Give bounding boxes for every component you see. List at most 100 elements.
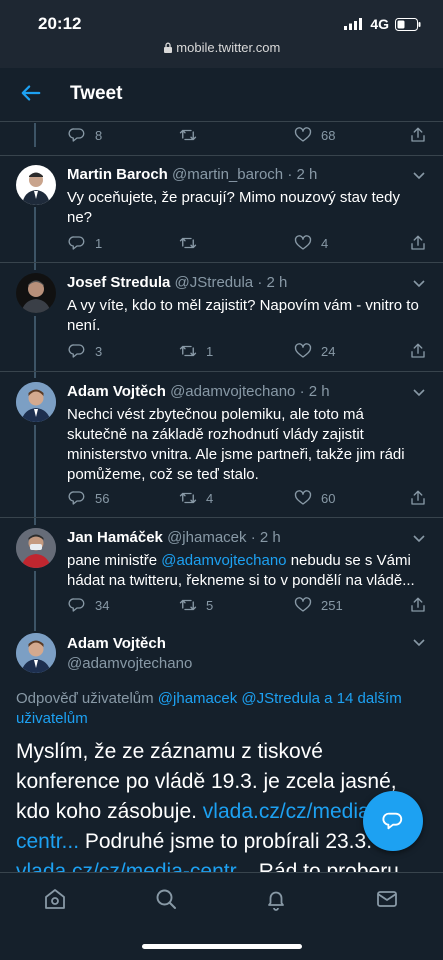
- reply-button[interactable]: 3: [68, 342, 102, 360]
- notifications-icon[interactable]: [264, 887, 288, 911]
- messages-icon[interactable]: [375, 887, 399, 911]
- author-name[interactable]: Adam Vojtěch: [67, 383, 166, 400]
- chevron-down-icon[interactable]: [413, 280, 425, 288]
- status-indicators: 4G: [344, 16, 421, 32]
- mention-link[interactable]: @adamvojtechano: [161, 552, 286, 569]
- reply-button[interactable]: 56: [68, 489, 109, 507]
- replying-to: Odpověď uživatelům @jhamacek @JStredula …: [16, 689, 416, 729]
- reply-count: 34: [95, 597, 110, 613]
- author-name[interactable]: Adam Vojtěch: [67, 635, 192, 652]
- tweet-josef-stredula[interactable]: Josef Stredula @JStredula · 2 h A vy vít…: [0, 264, 443, 372]
- reply-count: 56: [95, 490, 110, 506]
- tweet-actions: 56 4 60: [68, 487, 430, 509]
- author-name[interactable]: Martin Baroch: [67, 166, 168, 183]
- author-handle[interactable]: @jhamacek: [167, 529, 246, 546]
- retweet-button[interactable]: [179, 126, 197, 144]
- avatar[interactable]: [16, 165, 56, 205]
- retweet-count: 5: [206, 597, 214, 613]
- reply-icon: [68, 236, 85, 250]
- author-handle[interactable]: @martin_baroch: [172, 166, 283, 183]
- tweet-actions: 3 1 24: [68, 340, 430, 362]
- like-button[interactable]: 60: [294, 489, 335, 507]
- chevron-down-icon[interactable]: [413, 639, 425, 647]
- reply-button[interactable]: 1: [68, 234, 102, 252]
- retweet-button[interactable]: [179, 234, 197, 252]
- like-icon: [294, 597, 312, 612]
- tweet-jan-hamacek[interactable]: Jan Hamáček @jhamacek · 2 h pane ministř…: [0, 519, 443, 623]
- retweet-icon: [179, 237, 197, 249]
- tweet-time: · 2 h: [257, 274, 288, 291]
- tweet-actions: 1 4: [68, 232, 430, 254]
- author-name[interactable]: Josef Stredula: [67, 274, 170, 291]
- share-button[interactable]: [409, 234, 427, 252]
- reply-icon: [68, 344, 85, 358]
- like-icon: [294, 127, 312, 142]
- avatar[interactable]: [16, 633, 56, 673]
- replying-to-label: Odpověď uživatelům: [16, 690, 158, 707]
- share-button[interactable]: [409, 489, 427, 507]
- avatar[interactable]: [16, 528, 56, 568]
- share-button[interactable]: [409, 342, 427, 360]
- author-handle[interactable]: @adamvojtechano: [170, 383, 295, 400]
- like-icon: [294, 343, 312, 358]
- back-arrow-icon[interactable]: [20, 82, 42, 104]
- retweet-button[interactable]: 5: [179, 596, 213, 614]
- battery-icon: [395, 17, 421, 31]
- tweet-adam-vojtech[interactable]: Adam Vojtěch @adamvojtechano · 2 h Nechc…: [0, 373, 443, 518]
- chevron-down-icon[interactable]: [413, 172, 425, 180]
- retweet-icon: [179, 345, 197, 357]
- share-button[interactable]: [409, 126, 427, 144]
- url-bar[interactable]: mobile.twitter.com: [0, 40, 443, 55]
- status-time: 20:12: [38, 14, 82, 33]
- retweet-count: 4: [206, 490, 214, 506]
- like-count: 24: [321, 343, 336, 359]
- retweet-icon: [179, 492, 197, 504]
- tweet-text: pane ministře @adamvojtechano nebudu se …: [67, 551, 419, 591]
- tweet-header: Jan Hamáček @jhamacek · 2 h: [67, 529, 281, 546]
- search-icon[interactable]: [154, 887, 178, 911]
- chevron-down-icon[interactable]: [413, 535, 425, 543]
- tweet-text-part: pane ministře: [67, 552, 162, 569]
- mention-link[interactable]: @jhamacek: [158, 690, 237, 707]
- mention-link[interactable]: @JStredula: [241, 690, 320, 707]
- home-icon[interactable]: [43, 887, 67, 911]
- compose-reply-button[interactable]: [363, 791, 423, 851]
- author-handle[interactable]: @JStredula: [175, 274, 254, 291]
- like-button[interactable]: 251: [294, 596, 343, 614]
- share-button[interactable]: [409, 596, 427, 614]
- chevron-down-icon[interactable]: [413, 389, 425, 397]
- tweet-header: Josef Stredula @JStredula · 2 h: [67, 274, 287, 291]
- page-header: Tweet: [0, 68, 443, 122]
- reply-button[interactable]: 34: [68, 596, 109, 614]
- reply-count: 3: [95, 343, 103, 359]
- reply-icon: [68, 128, 85, 142]
- reply-count: 8: [95, 127, 103, 143]
- author-handle[interactable]: @adamvojtechano: [67, 655, 192, 672]
- avatar[interactable]: [16, 382, 56, 422]
- avatar[interactable]: [16, 273, 56, 313]
- like-button[interactable]: 68: [294, 126, 335, 144]
- retweet-button[interactable]: 1: [179, 342, 213, 360]
- like-count: 4: [321, 235, 329, 251]
- tweet-text: Vy oceňujete, že pracují? Mimo nouzový s…: [67, 189, 400, 226]
- tweet-actions: 8 68: [68, 124, 430, 146]
- like-icon: [294, 490, 312, 505]
- reply-button[interactable]: 8: [68, 126, 102, 144]
- share-icon: [411, 127, 425, 142]
- retweet-button[interactable]: 4: [179, 489, 213, 507]
- home-indicator[interactable]: [142, 944, 302, 949]
- share-icon: [411, 235, 425, 250]
- retweet-icon: [179, 599, 197, 611]
- like-button[interactable]: 24: [294, 342, 335, 360]
- tweet-header: Martin Baroch @martin_baroch · 2 h: [67, 166, 317, 183]
- tweet-feed: 8 68 Martin Baroch @martin_baroch · 2 h …: [0, 123, 443, 873]
- tweet-martin-baroch[interactable]: Martin Baroch @martin_baroch · 2 h Vy oc…: [0, 155, 443, 263]
- main-text-part: Podruhé jsme to probírali 23.3.: [79, 830, 373, 853]
- tweet-text: Nechci vést zbytečnou polemiku, ale toto…: [67, 406, 405, 483]
- share-icon: [411, 343, 425, 358]
- main-tweet-text: Myslím, že ze záznamu z tiskové konferen…: [16, 737, 426, 873]
- like-button[interactable]: 4: [294, 234, 328, 252]
- author-name[interactable]: Jan Hamáček: [67, 529, 163, 546]
- signal-icon: [344, 18, 363, 30]
- tweet-time: · 2 h: [250, 529, 281, 546]
